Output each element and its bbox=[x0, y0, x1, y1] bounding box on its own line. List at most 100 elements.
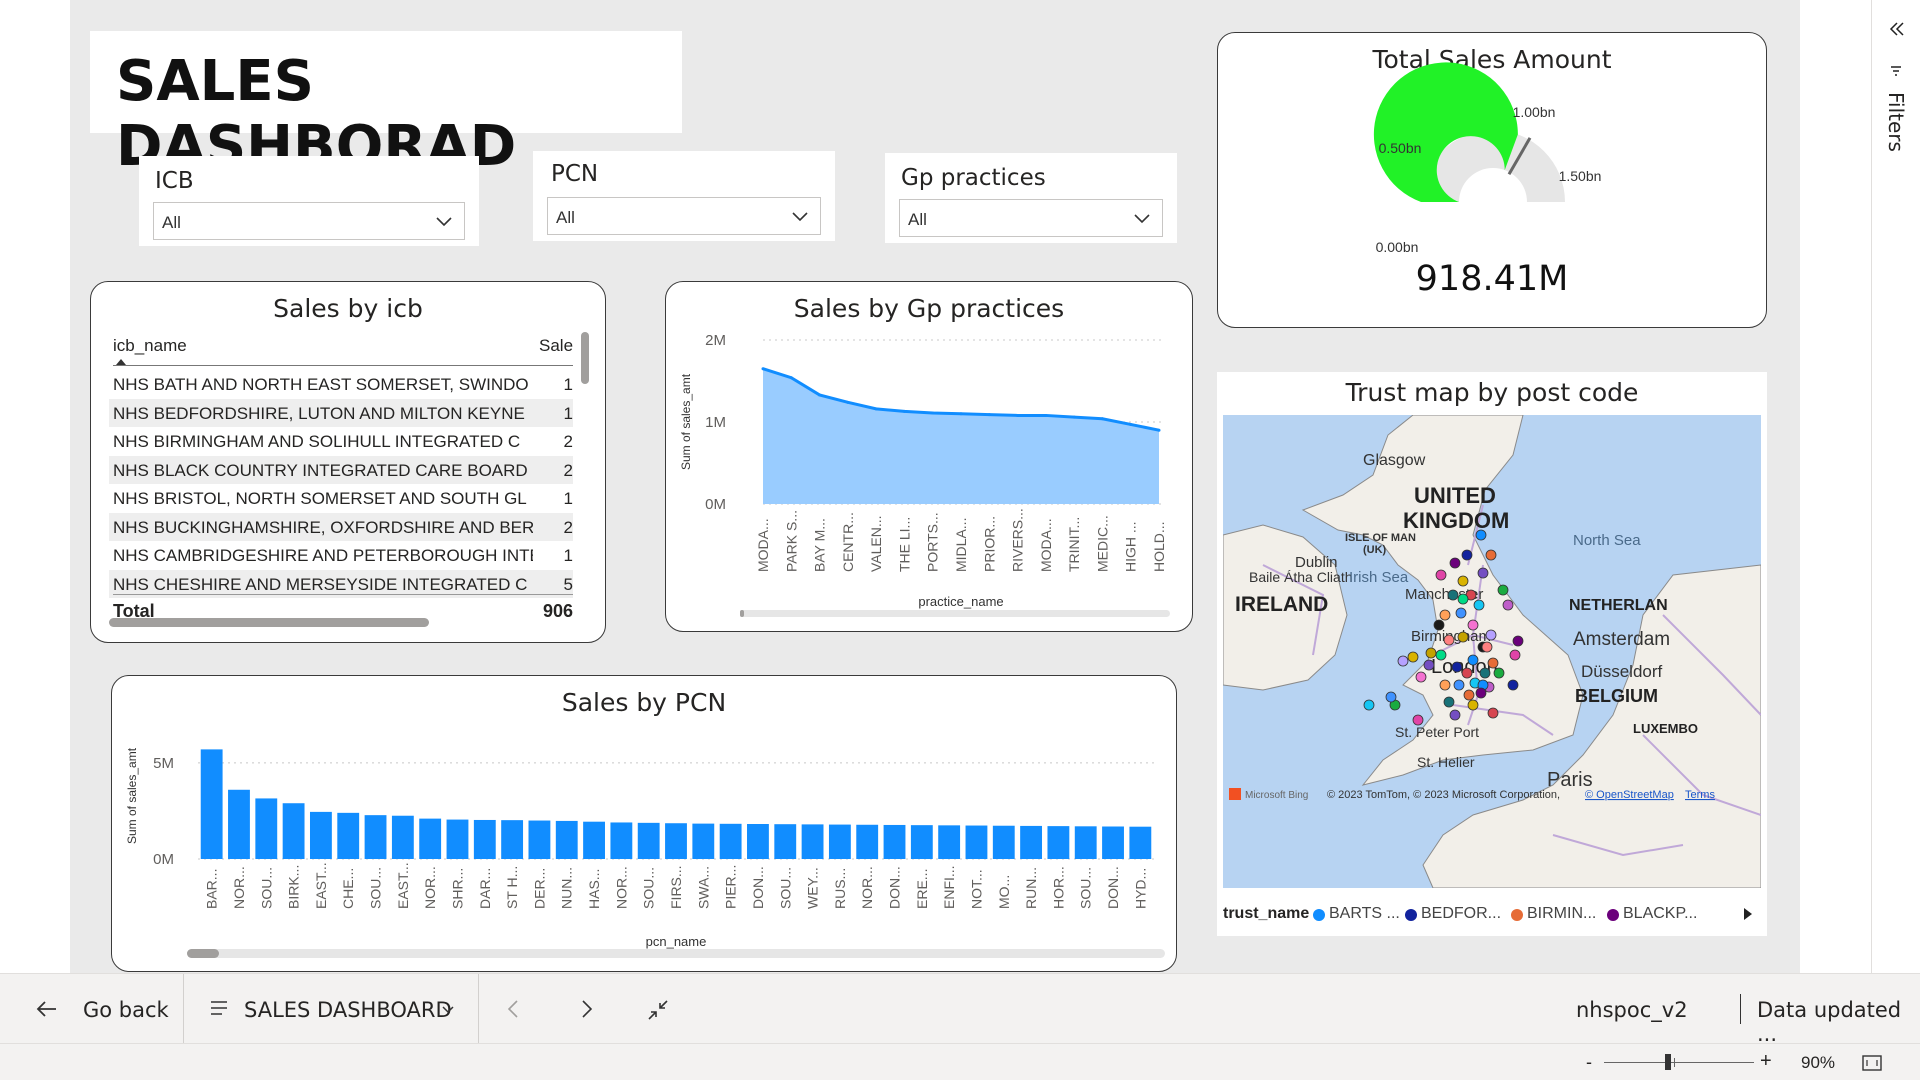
legend-item-label[interactable]: BIRMIN... bbox=[1527, 905, 1596, 923]
chevron-down-icon[interactable] bbox=[442, 1006, 454, 1014]
data-updated-status[interactable]: Data updated ... bbox=[1757, 998, 1920, 1046]
map-marker[interactable] bbox=[1461, 549, 1473, 561]
map-marker[interactable] bbox=[1485, 549, 1497, 561]
map-marker[interactable] bbox=[1435, 649, 1447, 661]
pages-list-icon[interactable] bbox=[210, 1000, 228, 1016]
map-marker[interactable] bbox=[1439, 609, 1451, 621]
data-point[interactable] bbox=[1129, 422, 1133, 426]
slicer-icb[interactable]: ICB All bbox=[139, 156, 479, 246]
map-marker[interactable] bbox=[1363, 699, 1375, 711]
exit-fullscreen-icon[interactable] bbox=[648, 1000, 668, 1020]
bar[interactable] bbox=[391, 815, 414, 859]
data-point[interactable] bbox=[1044, 413, 1048, 417]
map-marker[interactable] bbox=[1425, 647, 1437, 659]
bar[interactable] bbox=[309, 811, 332, 859]
map-marker[interactable] bbox=[1457, 575, 1469, 587]
bar[interactable] bbox=[364, 815, 387, 859]
map-marker[interactable] bbox=[1467, 654, 1479, 666]
go-back-button[interactable]: Go back bbox=[83, 998, 169, 1022]
vertical-scrollbar[interactable] bbox=[581, 332, 589, 384]
zoom-in-button[interactable]: + bbox=[1760, 1050, 1772, 1073]
bar[interactable] bbox=[1047, 826, 1070, 859]
map-marker[interactable] bbox=[1509, 649, 1521, 661]
map-marker[interactable] bbox=[1461, 667, 1473, 679]
bar[interactable] bbox=[501, 820, 524, 859]
horizontal-scrollbar[interactable] bbox=[109, 618, 429, 627]
bar[interactable] bbox=[692, 823, 715, 859]
map-marker[interactable] bbox=[1487, 657, 1499, 669]
map-view[interactable]: Glasgow UNITED KINGDOM ISLE OF MAN (UK) … bbox=[1223, 415, 1761, 888]
map-terms-link[interactable]: Terms bbox=[1685, 789, 1715, 801]
bar[interactable] bbox=[910, 825, 933, 859]
map-marker[interactable] bbox=[1443, 634, 1455, 646]
map-marker[interactable] bbox=[1457, 631, 1469, 643]
fit-to-page-icon[interactable] bbox=[1862, 1055, 1882, 1071]
data-point[interactable] bbox=[1016, 413, 1020, 417]
legend-item-label[interactable]: BARTS ... bbox=[1329, 905, 1400, 923]
map-marker[interactable] bbox=[1497, 584, 1509, 596]
bar[interactable] bbox=[883, 824, 906, 859]
filters-pane[interactable]: Filters bbox=[1871, 0, 1920, 973]
bar[interactable] bbox=[419, 818, 442, 859]
bar[interactable] bbox=[255, 798, 278, 859]
legend-item-label[interactable]: BEDFOR... bbox=[1421, 905, 1501, 923]
map-marker[interactable] bbox=[1449, 709, 1461, 721]
map-marker[interactable] bbox=[1412, 714, 1424, 726]
filters-label[interactable]: Filters bbox=[1884, 92, 1908, 152]
map-marker[interactable] bbox=[1487, 707, 1499, 719]
map-marker[interactable] bbox=[1407, 651, 1419, 663]
horizontal-scrollbar[interactable] bbox=[187, 949, 1165, 958]
table-row[interactable]: NHS BUCKINGHAMSHIRE, OXFORDSHIRE AND BER… bbox=[109, 512, 573, 541]
legend-item-label[interactable]: BLACKP... bbox=[1623, 905, 1697, 923]
previous-page-icon[interactable] bbox=[508, 1000, 518, 1018]
slicer-icb-dropdown[interactable]: All bbox=[153, 202, 465, 240]
map-marker[interactable] bbox=[1477, 567, 1489, 579]
map-marker[interactable] bbox=[1449, 557, 1461, 569]
scrollbar-thumb[interactable] bbox=[740, 610, 744, 617]
map-marker[interactable] bbox=[1481, 641, 1493, 653]
bar[interactable] bbox=[1020, 825, 1043, 859]
map-marker[interactable] bbox=[1455, 607, 1467, 619]
slicer-gp-practices[interactable]: Gp practices All bbox=[885, 153, 1177, 243]
slicer-gp-dropdown[interactable]: All bbox=[899, 199, 1163, 237]
data-point[interactable] bbox=[902, 409, 906, 413]
map-marker[interactable] bbox=[1467, 619, 1479, 631]
scrollbar-thumb[interactable] bbox=[187, 949, 219, 958]
bar[interactable] bbox=[747, 824, 769, 859]
data-point[interactable] bbox=[987, 413, 991, 417]
map-marker[interactable] bbox=[1435, 569, 1447, 581]
data-point[interactable] bbox=[846, 400, 850, 404]
bar[interactable] bbox=[938, 825, 961, 859]
slicer-pcn-dropdown[interactable]: All bbox=[547, 197, 821, 235]
map-marker[interactable] bbox=[1475, 687, 1487, 699]
bar[interactable] bbox=[282, 803, 305, 859]
bar[interactable] bbox=[665, 823, 687, 859]
map-marker[interactable] bbox=[1451, 661, 1463, 673]
map-marker[interactable] bbox=[1467, 699, 1479, 711]
data-point[interactable] bbox=[874, 407, 878, 411]
area-series-fill[interactable] bbox=[763, 368, 1159, 504]
table-row[interactable]: NHS BEDFORDSHIRE, LUTON AND MILTON KEYNE… bbox=[109, 398, 573, 427]
map-marker[interactable] bbox=[1423, 659, 1435, 671]
bar[interactable] bbox=[228, 789, 250, 859]
bar[interactable] bbox=[610, 822, 633, 859]
map-marker[interactable] bbox=[1485, 629, 1497, 641]
bar[interactable] bbox=[992, 825, 1015, 859]
map-marker[interactable] bbox=[1385, 691, 1397, 703]
table-row[interactable]: NHS BRISTOL, NORTH SOMERSET AND SOUTH GL… bbox=[109, 484, 573, 512]
map-marker[interactable] bbox=[1502, 599, 1514, 611]
column-header-sales[interactable]: Sale bbox=[539, 336, 573, 356]
map-marker[interactable] bbox=[1415, 671, 1427, 683]
map-marker[interactable] bbox=[1512, 635, 1524, 647]
legend-next-arrow-icon[interactable] bbox=[1743, 907, 1753, 921]
data-point[interactable] bbox=[959, 412, 963, 416]
table-row[interactable]: NHS BATH AND NORTH EAST SOMERSET, SWINDO… bbox=[109, 370, 573, 398]
next-page-icon[interactable] bbox=[582, 1000, 592, 1018]
data-point[interactable] bbox=[1157, 428, 1161, 432]
bar[interactable] bbox=[856, 824, 879, 859]
data-point[interactable] bbox=[1072, 415, 1076, 419]
bar[interactable] bbox=[583, 821, 605, 859]
data-point[interactable] bbox=[1100, 417, 1104, 421]
map-marker[interactable] bbox=[1463, 689, 1475, 701]
bar[interactable] bbox=[200, 749, 223, 859]
